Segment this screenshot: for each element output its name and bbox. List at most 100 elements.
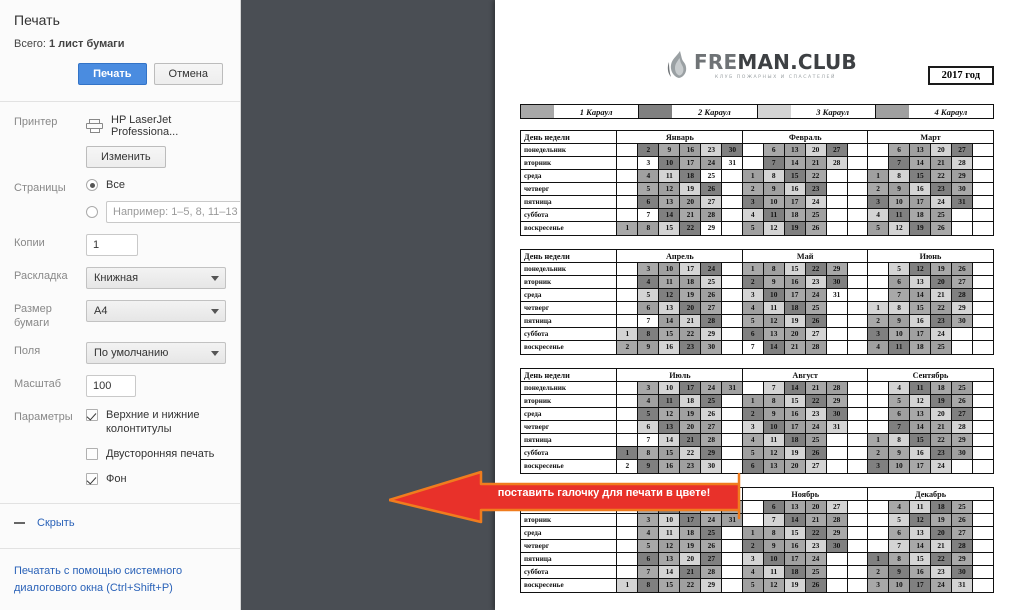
day-cell: 1 — [868, 170, 890, 182]
month-group: Сентябрь 4 11 18 25 5 12 19 26 6 13 20 27 7 14 21 28 1 8 15… — [867, 368, 994, 474]
day-cell: 26 — [952, 514, 973, 526]
table-row: 5 12 19 26 — [868, 263, 993, 276]
option-headers-footers[interactable]: Верхние и нижние колонтитулы — [86, 408, 226, 437]
day-cell: 29 — [701, 579, 723, 592]
day-cell: 19 — [784, 447, 806, 459]
day-cell: 19 — [784, 222, 806, 235]
day-cell: 26 — [805, 579, 827, 592]
day-cell: 21 — [680, 315, 702, 327]
day-cell — [847, 514, 868, 526]
day-cell: 5 — [742, 222, 764, 235]
day-cell: 13 — [659, 302, 681, 314]
day-cell: 20 — [680, 553, 702, 565]
day-cell: 24 — [931, 328, 952, 340]
dialog-actions: Печать Отмена — [14, 63, 226, 85]
legend-item-3: 3 Караул — [757, 105, 876, 118]
day-cell: 14 — [784, 382, 806, 394]
pages-all-option[interactable]: Все — [86, 179, 240, 191]
checkbox-background[interactable] — [86, 473, 98, 486]
table-row: 1 8 15 22 29 — [617, 447, 743, 460]
radio-all[interactable] — [86, 179, 98, 191]
cancel-button[interactable]: Отмена — [153, 63, 223, 85]
table-row: 5 12 19 26 — [742, 447, 868, 460]
table-row: 7 14 21 28 — [617, 315, 743, 328]
chevron-down-icon — [211, 276, 219, 281]
pages-range-option[interactable] — [86, 201, 240, 223]
month-title: Ноябрь — [742, 488, 868, 501]
day-cell — [952, 341, 973, 354]
day-cell: 23 — [931, 566, 952, 578]
logo-part-dark: MAN.CLUB — [737, 50, 857, 74]
day-cell: 17 — [784, 421, 806, 433]
table-row: 5 12 19 26 — [742, 315, 868, 328]
day-cell: 1 — [742, 263, 764, 275]
month-title: Апрель — [617, 250, 743, 263]
table-row: 3 10 17 24 31 — [742, 289, 868, 302]
table-row: 3 10 17 24 31 — [742, 421, 868, 434]
day-cell: 21 — [805, 382, 827, 394]
day-cell: 24 — [805, 421, 827, 433]
day-cell: 17 — [910, 328, 932, 340]
day-cell: 22 — [805, 527, 827, 539]
weekday-name: пятница — [521, 553, 617, 566]
day-cell: 4 — [889, 501, 911, 513]
day-cell: 20 — [805, 501, 827, 513]
day-cell — [972, 209, 993, 221]
pages-range-input[interactable] — [106, 201, 240, 223]
day-cell: 31 — [952, 579, 973, 592]
day-cell: 13 — [910, 144, 932, 156]
weekday-name: суббота — [521, 566, 617, 579]
margins-value: По умолчанию — [94, 346, 169, 359]
day-cell — [972, 144, 993, 156]
radio-range[interactable] — [86, 206, 98, 218]
checkbox-headers-footers[interactable] — [86, 408, 98, 421]
copies-input[interactable] — [86, 234, 138, 256]
paper-size-select[interactable]: A4 — [86, 300, 226, 322]
weekday-name: пятница — [521, 315, 617, 328]
day-cell — [972, 501, 993, 513]
weekday-header: День недели — [521, 369, 617, 382]
day-cell — [868, 382, 890, 394]
day-cell: 8 — [889, 302, 911, 314]
day-cell: 14 — [784, 514, 806, 526]
layout-select[interactable]: Книжная — [86, 267, 226, 289]
day-cell — [972, 579, 993, 592]
day-cell: 24 — [701, 382, 723, 394]
table-row: 6 13 20 27 — [742, 460, 868, 473]
day-cell — [868, 144, 890, 156]
day-cell: 2 — [742, 408, 764, 420]
day-cell: 14 — [659, 315, 681, 327]
total-sheets-text: Всего: 1 лист бумаги — [14, 38, 226, 50]
day-cell — [847, 408, 868, 420]
table-row: 3 10 17 24 — [868, 460, 993, 473]
day-cell: 16 — [659, 341, 681, 354]
printer-label: Принтер — [14, 116, 58, 128]
checkbox-duplex[interactable] — [86, 448, 98, 461]
day-cell: 9 — [659, 144, 681, 156]
day-cell: 12 — [910, 395, 932, 407]
weekday-name: четверг — [521, 183, 617, 196]
scale-input[interactable] — [86, 374, 136, 397]
day-cell: 25 — [952, 382, 973, 394]
day-cell — [847, 328, 868, 340]
day-cell: 11 — [910, 382, 932, 394]
day-cell: 19 — [680, 289, 702, 301]
system-print-dialog-link[interactable]: Печатать с помощью системного диалоговог… — [0, 549, 240, 610]
day-cell: 22 — [931, 170, 952, 182]
day-cell: 22 — [931, 302, 952, 314]
day-cell: 5 — [889, 514, 911, 526]
hide-options-link[interactable]: Скрыть — [0, 504, 240, 542]
change-printer-button[interactable]: Изменить — [86, 146, 166, 168]
day-cell: 18 — [680, 276, 702, 288]
option-duplex[interactable]: Двусторонняя печать — [86, 447, 226, 461]
day-cell: 16 — [910, 315, 932, 327]
day-cell: 23 — [680, 341, 702, 354]
printer-selector[interactable]: HP LaserJet Professiona... — [86, 113, 226, 138]
option-background[interactable]: Фон — [86, 472, 226, 486]
day-cell: 3 — [868, 328, 890, 340]
day-cell: 14 — [910, 157, 932, 169]
table-row: 1 8 15 22 29 — [742, 263, 868, 276]
print-button[interactable]: Печать — [78, 63, 147, 85]
margins-select[interactable]: По умолчанию — [86, 341, 226, 364]
month-grid: 6 13 20 27 7 14 21 28 1 8 15 22 29 2 9 16 23 30 3 10 17 24 31 4… — [868, 144, 993, 235]
